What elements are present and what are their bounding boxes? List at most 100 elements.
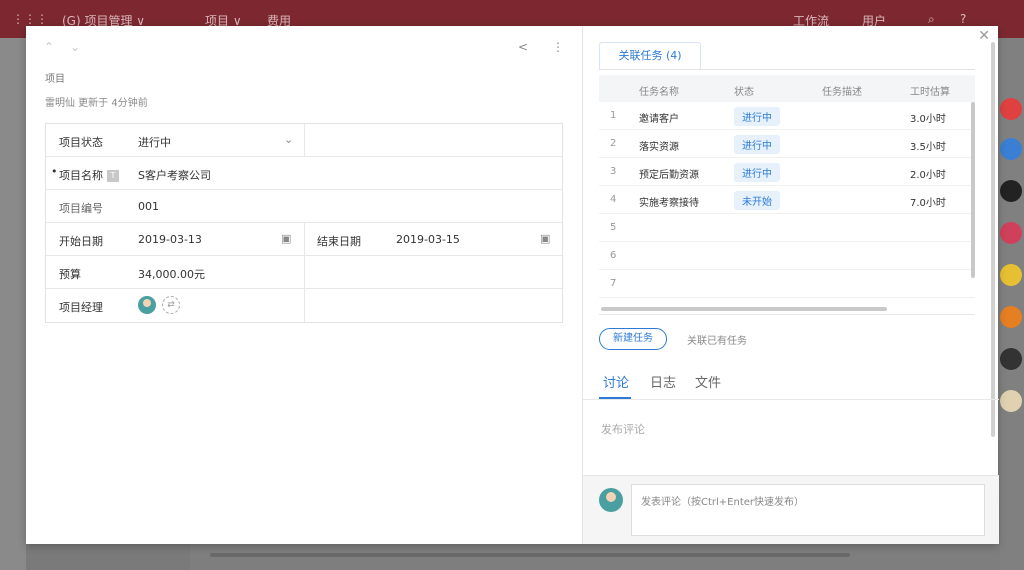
pane-scrollbar[interactable] <box>991 42 995 437</box>
table-row[interactable]: 5 <box>599 214 975 242</box>
name-label-wrap: 项目名称 T <box>59 167 119 183</box>
status-label: 项目状态 <box>59 136 103 149</box>
tab-discussion[interactable]: 讨论 <box>603 372 629 391</box>
task-name[interactable]: 实施考察接待 <box>639 194 699 209</box>
col-header-desc: 任务描述 <box>822 87 862 98</box>
start-date-label: 开始日期 <box>59 235 103 248</box>
table-row[interactable]: 3 预定后勤资源 进行中 2.0小时 <box>599 158 975 186</box>
empty-comments-text: 发布评论 <box>601 423 645 436</box>
table-row[interactable]: 6 <box>599 242 975 270</box>
calendar-icon[interactable]: ▣ <box>281 232 291 245</box>
col-header-hours: 工时估算 <box>910 87 950 98</box>
column-divider <box>304 124 305 157</box>
update-meta: 雷明仙 更新于 4分钟前 <box>45 98 148 109</box>
close-icon[interactable]: ✕ <box>978 28 990 44</box>
tab-divider <box>599 69 975 70</box>
row-number: 4 <box>610 194 617 205</box>
rail-avatar-icon <box>1000 98 1022 120</box>
required-marker: • <box>51 165 58 178</box>
start-date-field[interactable]: 2019-03-13 <box>138 233 202 246</box>
more-options-icon[interactable]: ⋮ <box>552 40 564 54</box>
calendar-icon[interactable]: ▣ <box>540 232 550 245</box>
end-date-label: 结束日期 <box>317 235 361 248</box>
avatar <box>599 488 623 512</box>
task-hours: 3.0小时 <box>910 114 946 125</box>
status-select[interactable]: 进行中 <box>138 134 171 150</box>
row-number: 5 <box>610 222 617 233</box>
table-row[interactable]: 2 落实资源 进行中 3.5小时 <box>599 130 975 158</box>
background-sidebar <box>0 38 26 570</box>
rail-avatar-icon <box>1000 138 1022 160</box>
table-row[interactable]: 1 邀请客户 进行中 3.0小时 <box>599 102 975 130</box>
related-pane: ✕ 关联任务 (4) 任务名称 状态 任务描述 工时估算 1 邀请客户 进行中 … <box>582 26 999 544</box>
row-number: 6 <box>610 250 617 261</box>
column-divider <box>304 256 305 289</box>
tab-files[interactable]: 文件 <box>695 372 721 391</box>
row-number: 3 <box>610 166 617 177</box>
status-badge: 进行中 <box>734 163 780 182</box>
text-type-icon: T <box>107 170 119 182</box>
status-badge: 进行中 <box>734 107 780 126</box>
tab-related-tasks[interactable]: 关联任务 (4) <box>599 42 701 70</box>
rail-avatar-icon <box>1000 222 1022 244</box>
chevron-down-icon[interactable]: ⌄ <box>284 133 293 146</box>
task-hours: 7.0小时 <box>910 198 946 209</box>
name-field[interactable]: S客户考察公司 <box>138 167 211 183</box>
table-row[interactable]: 7 <box>599 270 975 298</box>
comment-input[interactable]: 发表评论（按Ctrl+Enter快速发布） <box>631 484 985 536</box>
new-task-button[interactable]: 新建任务 <box>599 328 667 350</box>
task-name[interactable]: 落实资源 <box>639 138 679 153</box>
task-hours: 2.0小时 <box>910 170 946 181</box>
number-value: 001 <box>138 200 159 213</box>
tab-log[interactable]: 日志 <box>650 372 676 391</box>
help-icon[interactable]: ? <box>960 12 966 26</box>
search-icon[interactable]: ⌕ <box>928 12 935 27</box>
record-nav-arrows[interactable]: ⌃ ⌄ <box>44 40 86 54</box>
col-header-name: 任务名称 <box>639 87 679 98</box>
apps-grid-icon[interactable]: ⋮⋮⋮ <box>12 12 48 26</box>
row-number: 1 <box>610 110 617 121</box>
row-number: 7 <box>610 278 617 289</box>
task-name[interactable]: 预定后勤资源 <box>639 166 699 181</box>
table-vertical-scrollbar[interactable] <box>971 102 975 278</box>
budget-label: 预算 <box>59 268 81 281</box>
project-form: 项目状态 进行中 ⌄ • 项目名称 T S客户考察公司 项目编号 001 开始日期… <box>45 123 563 323</box>
row-number: 2 <box>610 138 617 149</box>
form-row-name: • 项目名称 T S客户考察公司 <box>46 157 562 190</box>
number-label: 项目编号 <box>59 202 103 215</box>
manager-label: 项目经理 <box>59 301 103 314</box>
task-name[interactable]: 邀请客户 <box>639 110 679 125</box>
rail-avatar-icon <box>1000 306 1022 328</box>
link-existing-task-button[interactable]: 关联已有任务 <box>687 332 747 347</box>
form-row-number: 项目编号 001 <box>46 190 562 223</box>
budget-field[interactable]: 34,000.00元 <box>138 266 205 282</box>
breadcrumb[interactable]: 项目 <box>45 70 65 85</box>
column-divider <box>304 223 305 256</box>
rail-avatar-icon <box>1000 348 1022 370</box>
rail-avatar-icon <box>1000 264 1022 286</box>
name-label: 项目名称 <box>59 169 103 182</box>
subtab-divider <box>583 399 999 400</box>
form-row-dates: 开始日期 2019-03-13 ▣ 结束日期 2019-03-15 ▣ <box>46 223 562 256</box>
status-badge: 进行中 <box>734 135 780 154</box>
form-row-budget: 预算 34,000.00元 <box>46 256 562 289</box>
change-user-icon[interactable]: ⇄ <box>162 296 180 314</box>
rail-avatar-icon <box>1000 180 1022 202</box>
tasks-table-header: 任务名称 状态 任务描述 工时估算 <box>599 75 975 102</box>
task-hours: 3.5小时 <box>910 142 946 153</box>
rail-avatar-icon <box>1000 390 1022 412</box>
avatar[interactable] <box>138 296 156 314</box>
project-detail-modal: ⌃ ⌄ < ⋮ 项目 雷明仙 更新于 4分钟前 项目状态 进行中 ⌄ • 项目名… <box>26 26 999 544</box>
end-date-field[interactable]: 2019-03-15 <box>396 233 460 246</box>
status-badge: 未开始 <box>734 191 780 210</box>
column-divider <box>304 289 305 322</box>
share-icon[interactable]: < <box>518 40 528 54</box>
table-row[interactable]: 4 实施考察接待 未开始 7.0小时 <box>599 186 975 214</box>
background-scrollbar <box>210 553 850 557</box>
form-row-status: 项目状态 进行中 ⌄ <box>46 124 562 157</box>
project-form-pane: ⌃ ⌄ < ⋮ 项目 雷明仙 更新于 4分钟前 项目状态 进行中 ⌄ • 项目名… <box>26 26 582 544</box>
col-header-status: 状态 <box>734 87 754 98</box>
form-row-manager: 项目经理 ⇄ <box>46 289 562 322</box>
table-divider <box>599 314 975 315</box>
table-horizontal-scrollbar[interactable] <box>601 307 887 311</box>
